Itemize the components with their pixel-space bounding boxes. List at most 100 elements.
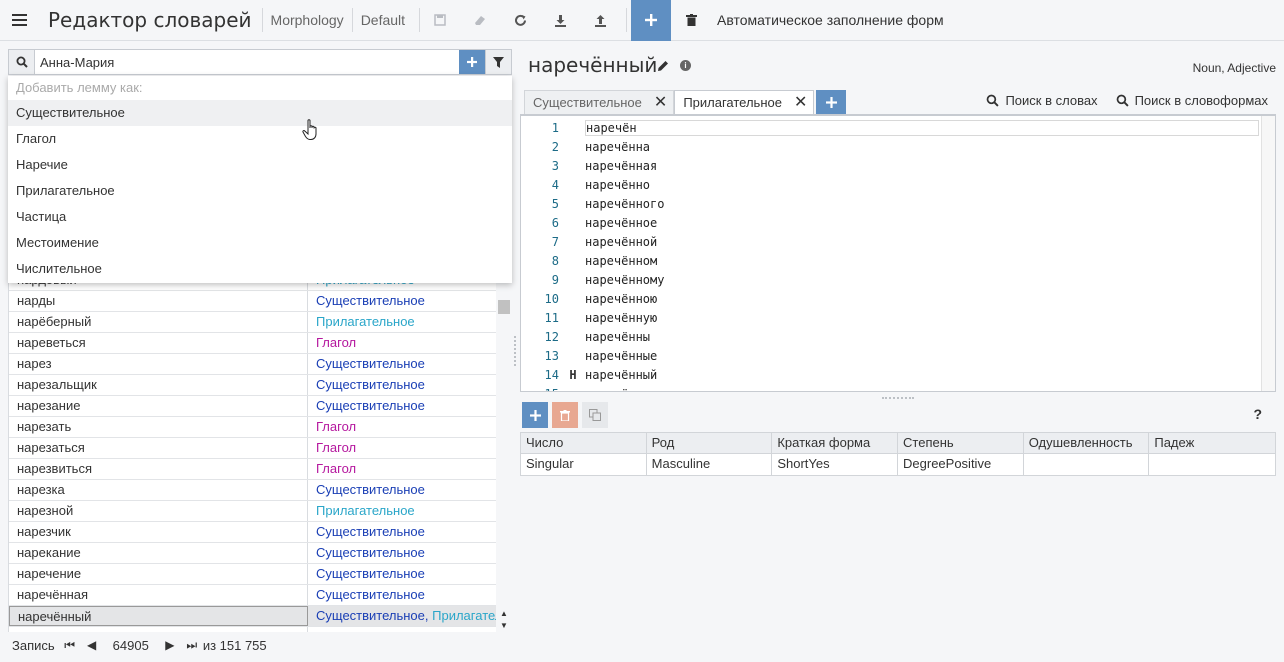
next-record-icon[interactable]: ▶ <box>159 638 181 652</box>
editor-line[interactable]: 7 наречённой <box>521 232 1275 251</box>
tab-noun[interactable]: Существительное ✕ <box>524 90 675 115</box>
line-number: 8 <box>551 253 559 268</box>
table-row[interactable]: наречённая Существительное <box>9 585 512 606</box>
help-button[interactable]: ? <box>1253 406 1262 422</box>
grid-cell[interactable]: Masculine <box>647 454 773 475</box>
editor-line[interactable]: 3 наречённая <box>521 156 1275 175</box>
search-icon[interactable] <box>9 50 35 74</box>
grid-header-cell[interactable]: Одушевленность <box>1024 433 1150 453</box>
table-row[interactable]: С <box>9 627 512 632</box>
upload-icon[interactable] <box>580 0 620 41</box>
scrollbar-thumb[interactable] <box>498 300 510 314</box>
editor-line[interactable]: 9 наречённому <box>521 270 1275 289</box>
copy-row-button[interactable] <box>582 402 608 428</box>
table-row[interactable]: наречённыйСуществительное, Прилагательно… <box>9 606 512 627</box>
editor-line[interactable]: 13 наречённые <box>521 346 1275 365</box>
menu-item-noun[interactable]: Существительное <box>8 100 512 126</box>
lemma-scrollbar[interactable] <box>496 270 512 632</box>
save-icon[interactable] <box>420 0 460 41</box>
editor-line[interactable]: 5 наречённого <box>521 194 1275 213</box>
edit-pencil-icon[interactable] <box>657 60 669 75</box>
eraser-icon[interactable] <box>460 0 500 41</box>
grid-cell[interactable] <box>1149 454 1275 475</box>
menu-item-numeral[interactable]: Числительное <box>8 256 512 282</box>
profile-label[interactable]: Default <box>353 12 413 28</box>
trash-icon[interactable] <box>671 0 711 41</box>
table-row[interactable]: нарезка Существительное <box>9 480 512 501</box>
table-row[interactable]: нарезание Существительное <box>9 396 512 417</box>
editor-line[interactable]: 14 Hнаречённый <box>521 365 1275 384</box>
editor-line[interactable]: 10 наречённою <box>521 289 1275 308</box>
close-icon[interactable]: ✕ <box>794 91 807 115</box>
first-record-icon[interactable]: ⏮ <box>59 638 81 653</box>
filter-icon[interactable] <box>485 50 511 74</box>
delete-row-button[interactable] <box>552 402 578 428</box>
search-in-wordforms-link[interactable]: Поиск в словоформах <box>1116 93 1268 108</box>
editor-line[interactable]: 6 наречённое <box>521 213 1275 232</box>
grid-header-cell[interactable]: Падеж <box>1149 433 1275 453</box>
editor-line[interactable]: 2 наречённа <box>521 137 1275 156</box>
search-in-words-link[interactable]: Поиск в словах <box>986 93 1098 108</box>
grid-cell[interactable]: DegreePositive <box>898 454 1024 475</box>
add-tab-button[interactable] <box>816 90 847 115</box>
refresh-icon[interactable] <box>500 0 540 41</box>
record-total: из 151 755 <box>202 637 267 653</box>
editor-line[interactable]: 4 наречённо <box>521 175 1275 194</box>
editor-line[interactable]: 12 наречённы <box>521 327 1275 346</box>
grid-header-cell[interactable]: Число <box>521 433 647 453</box>
grid-cell[interactable]: ShortYes <box>772 454 899 475</box>
table-row[interactable]: нарезчик Существительное <box>9 522 512 543</box>
vertical-splitter[interactable] <box>514 336 517 366</box>
table-row[interactable]: нарекание Существительное <box>9 543 512 564</box>
tab-adjective[interactable]: Прилагательное ✕ <box>674 90 815 115</box>
table-row[interactable]: нарезной Прилагательное <box>9 501 512 522</box>
grid-cell[interactable] <box>1024 454 1150 475</box>
table-row[interactable]: нарезвиться Глагол <box>9 459 512 480</box>
download-icon[interactable] <box>540 0 580 41</box>
last-record-icon[interactable]: ⏭ <box>181 638 203 653</box>
search-input[interactable] <box>35 50 459 74</box>
editor-line[interactable]: 1 наречён <box>521 118 1275 137</box>
grid-row[interactable]: Singular Masculine ShortYes DegreePositive <box>521 454 1275 475</box>
grid-cell[interactable]: Singular <box>521 454 647 475</box>
pos-tag: Глагол <box>316 335 357 350</box>
table-row[interactable]: нарез Существительное <box>9 354 512 375</box>
table-row[interactable]: нарезать Глагол <box>9 417 512 438</box>
table-row[interactable]: нарды Существительное <box>9 291 512 312</box>
prev-record-icon[interactable]: ◀ <box>81 638 103 652</box>
menu-item-particle[interactable]: Частица <box>8 204 512 230</box>
record-number[interactable]: 64905 <box>103 638 159 653</box>
editor-scrollbar[interactable] <box>1261 116 1275 391</box>
add-word-button[interactable] <box>631 0 672 41</box>
info-icon[interactable]: i <box>680 60 691 71</box>
horizontal-splitter[interactable] <box>882 397 914 399</box>
project-label[interactable]: Morphology <box>263 12 352 28</box>
editor-line[interactable]: 8 наречённом <box>521 251 1275 270</box>
autofill-forms-button[interactable]: Автоматическое заполнение форм <box>711 12 944 28</box>
pager-label: Запись <box>12 637 55 653</box>
lemma-cell: нарезной <box>9 501 308 521</box>
editor-line[interactable]: 15 наречённым <box>521 384 1275 392</box>
table-row[interactable]: нарезаться Глагол <box>9 438 512 459</box>
table-row[interactable]: нарезальщик Существительное <box>9 375 512 396</box>
grid-header-cell[interactable]: Краткая форма <box>772 433 899 453</box>
add-row-button[interactable] <box>522 402 548 428</box>
menu-item-adverb[interactable]: Наречие <box>8 152 512 178</box>
add-lemma-button[interactable] <box>459 50 485 74</box>
table-row[interactable]: нареветься Глагол <box>9 333 512 354</box>
wordform-text: наречённое <box>585 215 658 230</box>
table-row[interactable]: нарёберный Прилагательное <box>9 312 512 333</box>
menu-item-verb[interactable]: Глагол <box>8 126 512 152</box>
menu-item-pronoun[interactable]: Местоимение <box>8 230 512 256</box>
wordforms-editor[interactable]: 1 наречён 2 наречённа 3 наречённая 4 наречённо 5… <box>520 114 1276 392</box>
grid-header-cell[interactable]: Степень <box>898 433 1024 453</box>
grid-header-cell[interactable]: Род <box>647 433 773 453</box>
scroll-down-icon[interactable]: ▼ <box>500 621 508 630</box>
editor-line[interactable]: 11 наречённую <box>521 308 1275 327</box>
close-icon[interactable]: ✕ <box>654 91 667 115</box>
menu-item-adjective[interactable]: Прилагательное <box>8 178 512 204</box>
lemma-cell: нарекание <box>9 543 308 563</box>
scroll-up-icon[interactable]: ▲ <box>500 609 508 618</box>
menu-button[interactable] <box>0 0 38 41</box>
table-row[interactable]: наречение Существительное <box>9 564 512 585</box>
